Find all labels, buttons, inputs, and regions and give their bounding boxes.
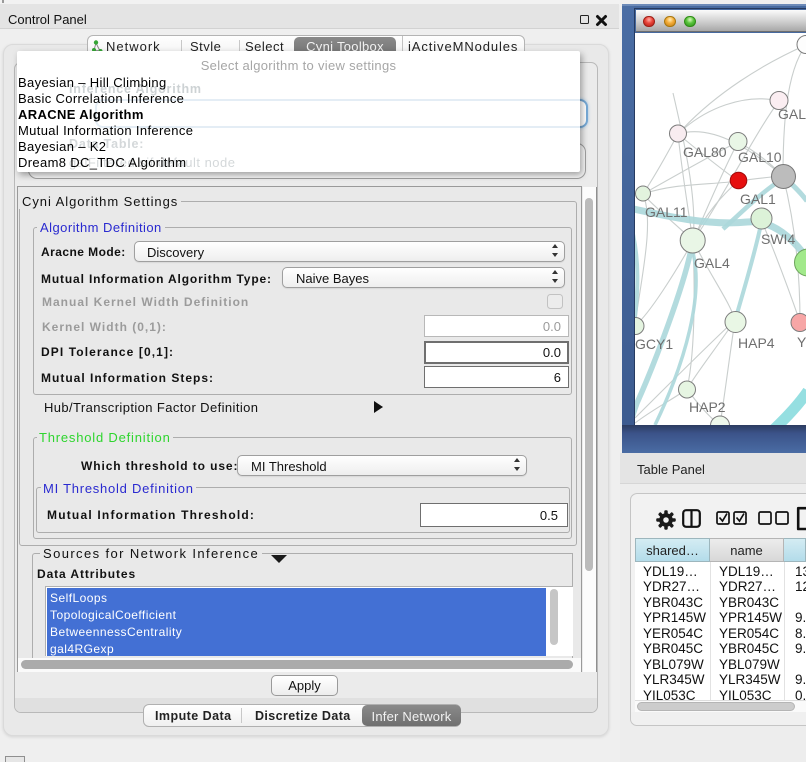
svg-text:GAL4: GAL4 (694, 255, 730, 271)
svg-text:GAL11: GAL11 (645, 204, 688, 220)
svg-text:HAP2: HAP2 (689, 399, 726, 415)
svg-text:GAL1: GAL1 (740, 191, 776, 207)
svg-text:SWI4: SWI4 (761, 231, 795, 247)
svg-text:Y: Y (797, 334, 806, 350)
svg-text:HAP4: HAP4 (738, 335, 775, 351)
svg-text:GAL80: GAL80 (683, 144, 727, 160)
svg-text:GAL10: GAL10 (738, 149, 782, 165)
svg-text:GCY1: GCY1 (635, 336, 673, 352)
svg-text:GAL: GAL (778, 106, 806, 122)
